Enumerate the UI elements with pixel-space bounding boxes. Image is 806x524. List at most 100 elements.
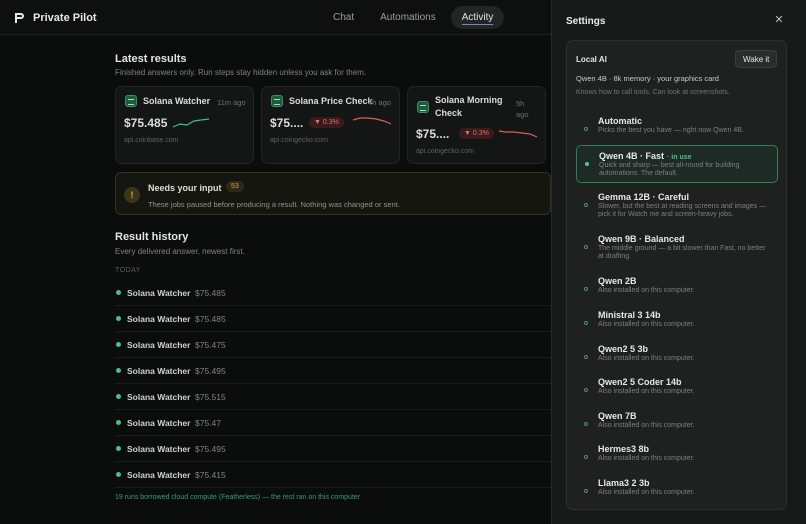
- change-badge: ▼ 0.3%: [459, 128, 494, 139]
- radio-icon: [584, 355, 588, 359]
- model-option-qwen-4b[interactable]: Qwen 4B · Fast · in use Quick and sharp —…: [576, 145, 778, 183]
- model-desc: Slower, but the best at reading screens …: [598, 203, 767, 218]
- model-desc: Also installed on this computer.: [598, 422, 695, 429]
- cloud-compute-note: 19 runs borrowed cloud compute (Featherl…: [115, 494, 361, 501]
- tab-chat-label: Chat: [333, 12, 355, 23]
- model-desc: Also installed on this computer.: [598, 287, 695, 294]
- card-source: api.coingecko.com: [416, 148, 474, 155]
- automation-icon: [417, 101, 429, 113]
- row-value: $75.495: [195, 443, 226, 454]
- radio-icon: [584, 388, 588, 392]
- card-time: 4h ago: [368, 98, 391, 107]
- model-option-ministral[interactable]: Ministral 3 14b Also installed on this c…: [576, 305, 778, 343]
- card-price: $75....: [270, 116, 304, 130]
- row-name: Solana Watcher: [127, 469, 191, 480]
- card-name: Solana Morning Check: [435, 95, 503, 118]
- model-desc: Picks the best you have — right now Qwen…: [598, 127, 744, 134]
- card-name: Solana Watcher: [143, 96, 211, 106]
- status-dot-icon: [116, 446, 121, 451]
- model-name: Qwen 4B · Fast: [599, 151, 665, 161]
- warning-icon: !: [124, 187, 140, 203]
- card-source: api.coingecko.com: [270, 137, 328, 144]
- row-value: $75.485: [195, 287, 226, 298]
- history-group-label: TODAY: [115, 267, 141, 274]
- card-time: 11m ago: [217, 98, 246, 107]
- result-card[interactable]: Solana Morning Check 5h ago $75.... ▼ 0.…: [407, 86, 546, 164]
- local-ai-meta: Qwen 4B · 8k memory · your graphics card: [576, 74, 719, 83]
- latest-results-title: Latest results: [115, 53, 187, 65]
- tab-chat[interactable]: Chat: [322, 6, 365, 29]
- model-option-hermes3[interactable]: Hermes3 8b Also installed on this comput…: [576, 439, 778, 477]
- tab-automations-label: Automations: [380, 12, 436, 23]
- card-name: Solana Price Check: [289, 96, 373, 106]
- needs-input-title: Needs your input: [148, 183, 222, 193]
- row-name: Solana Watcher: [127, 287, 191, 298]
- status-dot-icon: [116, 472, 121, 477]
- model-name: Qwen2 5 3b: [598, 344, 649, 354]
- result-history-subtitle: Every delivered answer, newest first.: [115, 247, 245, 256]
- app-brand: Private Pilot: [33, 12, 97, 24]
- history-row[interactable]: Solana Watcher $75.475: [115, 332, 551, 358]
- row-value: $75.495: [195, 365, 226, 376]
- automation-icon: [125, 95, 137, 107]
- card-price: $75.485: [124, 116, 168, 130]
- model-name: Qwen 7B: [598, 411, 637, 421]
- result-card[interactable]: Solana Watcher 11m ago $75.485 api.coinb…: [115, 86, 254, 164]
- model-name: Qwen 2B: [598, 276, 637, 286]
- sparkline-icon: [172, 118, 210, 128]
- row-name: Solana Watcher: [127, 417, 191, 428]
- model-option-automatic[interactable]: Automatic Picks the best you have — righ…: [576, 111, 778, 149]
- status-dot-icon: [116, 342, 121, 347]
- status-dot-icon: [116, 368, 121, 373]
- change-value: 0.3%: [322, 119, 339, 126]
- radio-icon: [584, 422, 588, 426]
- tab-activity[interactable]: Activity: [450, 6, 505, 29]
- row-value: $75.485: [195, 313, 226, 324]
- model-option-qwen-2b[interactable]: Qwen 2B Also installed on this computer.: [576, 271, 778, 309]
- row-name: Solana Watcher: [127, 365, 191, 376]
- wake-button[interactable]: Wake it: [735, 50, 778, 68]
- model-name: Gemma 12B · Careful: [598, 192, 690, 202]
- tab-automations[interactable]: Automations: [369, 6, 447, 29]
- radio-icon: [584, 245, 588, 249]
- model-desc: Also installed on this computer.: [598, 455, 695, 462]
- model-name: Automatic: [598, 116, 643, 126]
- automation-icon: [271, 95, 283, 107]
- app-logo-icon: [15, 13, 24, 23]
- status-dot-icon: [116, 290, 121, 295]
- result-card[interactable]: Solana Price Check 4h ago $75.... ▼ 0.3%…: [261, 86, 400, 164]
- local-ai-section: Local AI Wake it Qwen 4B · 8k memory · y…: [566, 40, 787, 510]
- history-row[interactable]: Solana Watcher $75.495: [115, 436, 551, 462]
- history-row[interactable]: Solana Watcher $75.485: [115, 280, 551, 306]
- model-option-llama3[interactable]: Llama3 2 3b Also installed on this compu…: [576, 473, 778, 511]
- row-value: $75.415: [195, 469, 226, 480]
- history-row[interactable]: Solana Watcher $75.47: [115, 410, 551, 436]
- model-option-gemma-12b[interactable]: Gemma 12B · Careful Slower, but the best…: [576, 187, 778, 225]
- history-row[interactable]: Solana Watcher $75.515: [115, 384, 551, 410]
- tab-activity-label: Activity: [461, 12, 494, 25]
- model-option-qwen2-5-coder[interactable]: Qwen2 5 Coder 14b Also installed on this…: [576, 372, 778, 410]
- status-dot-icon: [116, 394, 121, 399]
- close-icon[interactable]: ✕: [772, 13, 786, 27]
- history-row[interactable]: Solana Watcher $75.495: [115, 358, 551, 384]
- activity-main: Latest results Finished answers only. Ru…: [0, 36, 551, 524]
- history-row[interactable]: Solana Watcher $75.415: [115, 462, 551, 488]
- sparkline-icon: [498, 130, 538, 138]
- model-name: Hermes3 8b: [598, 444, 650, 454]
- needs-input-count: 53: [226, 181, 244, 192]
- model-name: Llama3 2 3b: [598, 478, 650, 488]
- model-desc: Also installed on this computer.: [598, 388, 695, 395]
- status-dot-icon: [116, 316, 121, 321]
- radio-icon: [584, 321, 588, 325]
- model-desc: Also installed on this computer.: [598, 489, 695, 496]
- history-row[interactable]: Solana Watcher $75.485: [115, 306, 551, 332]
- needs-input-banner[interactable]: ! Needs your input 53 These jobs paused …: [115, 172, 551, 215]
- model-option-qwen-9b[interactable]: Qwen 9B · Balanced The middle ground — a…: [576, 229, 778, 267]
- settings-panel: Settings ✕ Local AI Wake it Qwen 4B · 8k…: [551, 0, 806, 524]
- radio-icon: [584, 489, 588, 493]
- main-nav: Chat Automations Activity: [322, 6, 505, 29]
- in-use-badge: · in use: [667, 154, 692, 161]
- model-name: Ministral 3 14b: [598, 310, 661, 320]
- radio-icon: [584, 127, 588, 131]
- local-ai-label: Local AI: [576, 55, 607, 64]
